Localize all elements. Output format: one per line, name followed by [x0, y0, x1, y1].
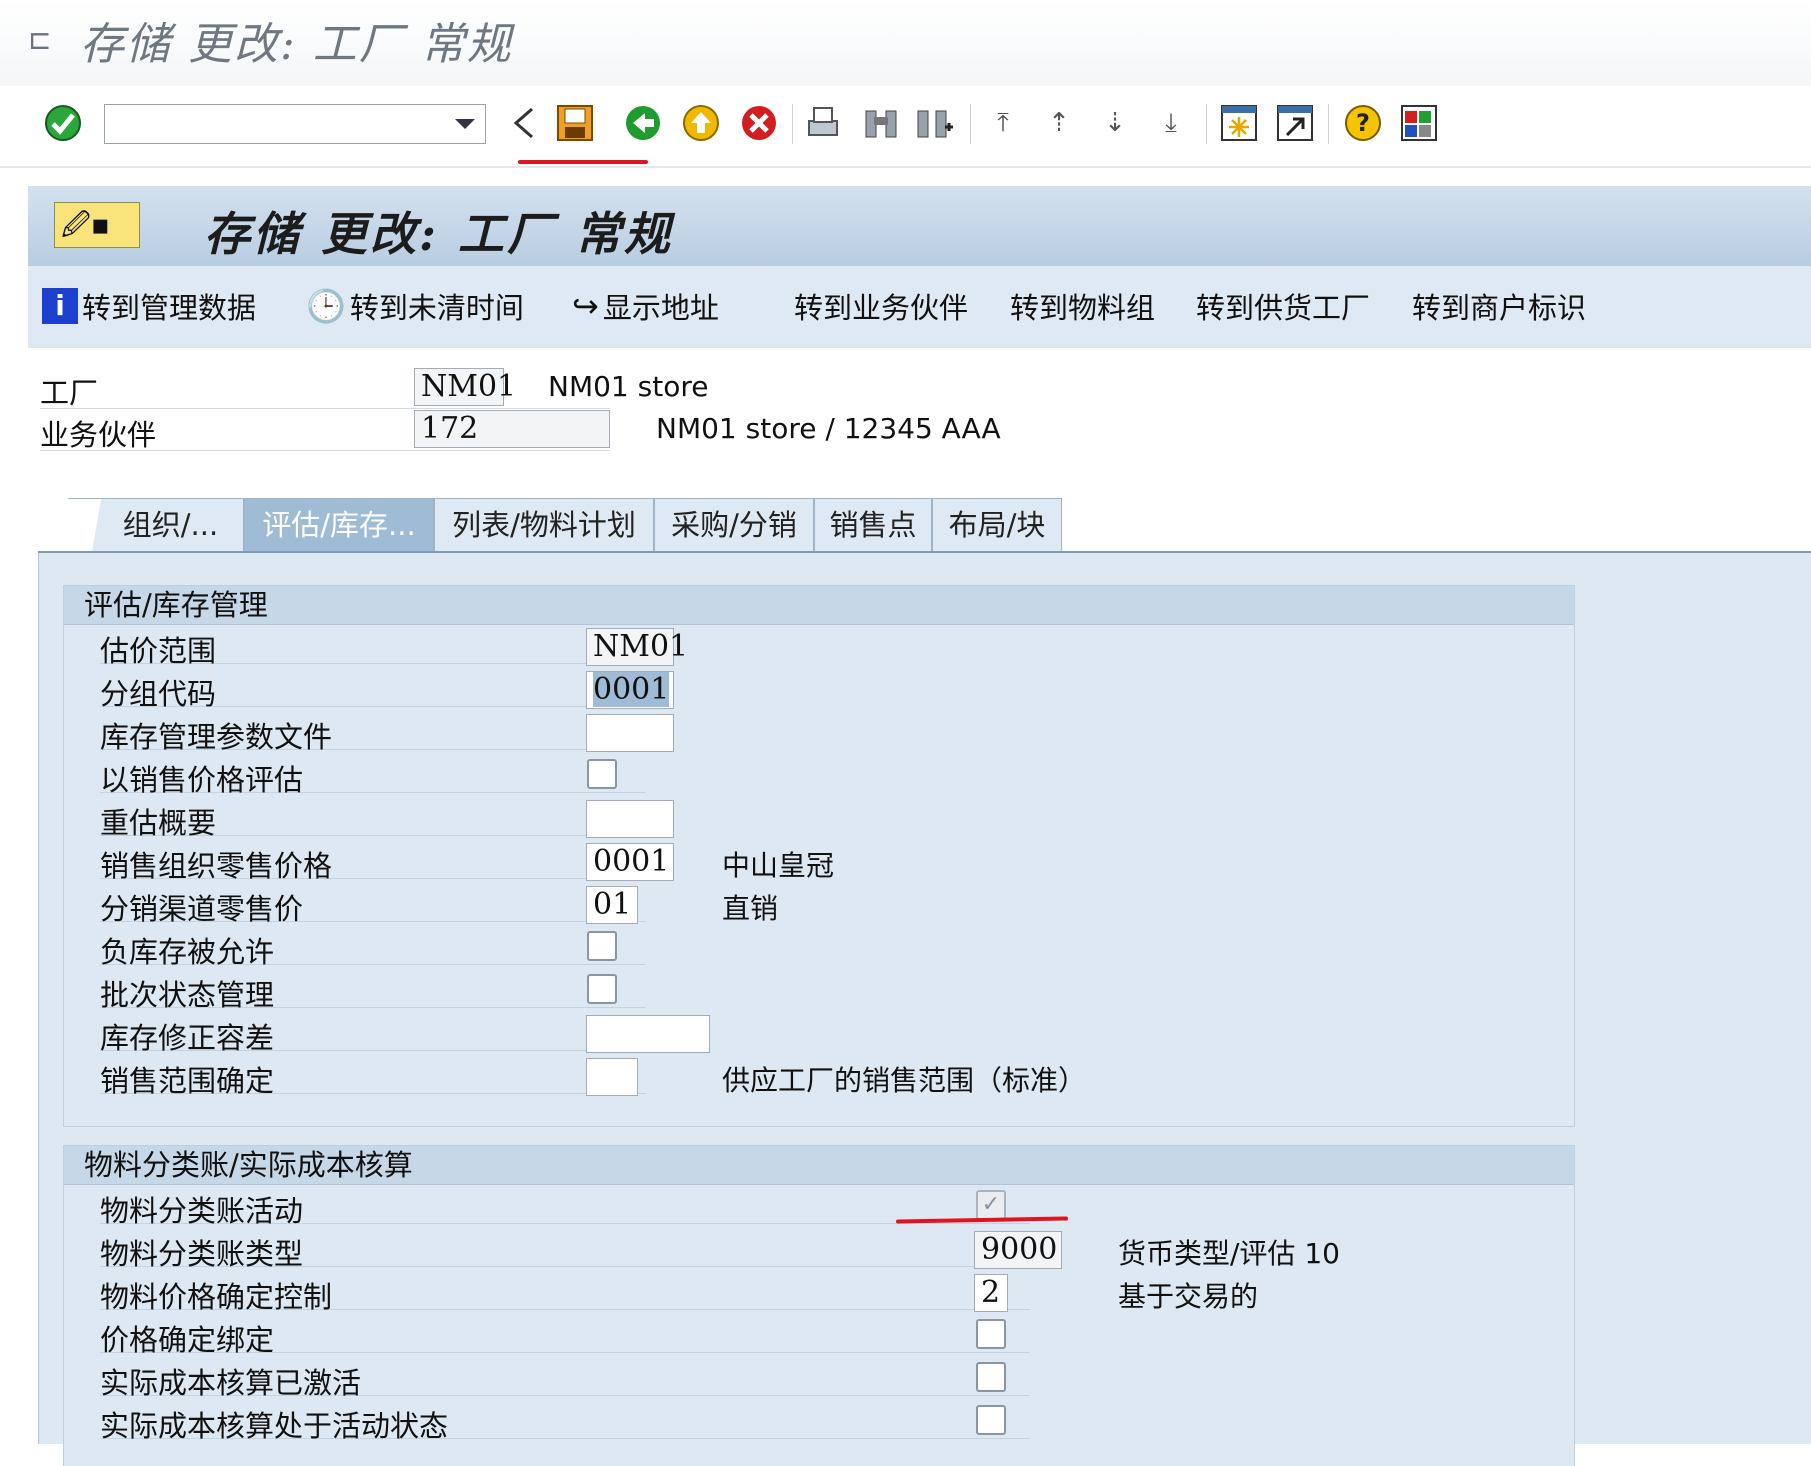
group-title: 物料分类账/实际成本核算: [64, 1146, 1574, 1185]
plant-label: 工厂: [40, 376, 99, 410]
row-batch-status: 批次状态管理: [100, 970, 646, 1012]
plant-description: NM01 store: [548, 370, 709, 403]
goto-material-group-button[interactable]: 转到物料组: [1010, 286, 1155, 326]
title-bar: ⊏ 存储 更改: 工厂 常规: [0, 0, 1811, 87]
price-determination-control-description: 基于交易的: [1118, 1280, 1259, 1313]
next-page-icon[interactable]: ⇣: [1092, 100, 1138, 146]
annotation-underline: [518, 160, 648, 164]
display-address-button[interactable]: ↪ 显示地址: [572, 286, 719, 326]
value-at-retail-checkbox[interactable]: [587, 759, 617, 789]
tab-panel: 评估/库存管理 估价范围 NM01 分组代码 0001 库存管理参数文件 以销售…: [38, 553, 1811, 1466]
row-sales-org-retail-price: 销售组织零售价格: [100, 841, 646, 883]
cancel-icon[interactable]: [736, 100, 782, 146]
group-material-ledger: 物料分类账/实际成本核算 物料分类账活动 ✓ 物料分类账类型 9000 货币类型…: [63, 1145, 1575, 1466]
material-ledger-active-checkbox[interactable]: ✓: [976, 1190, 1006, 1220]
plant-field[interactable]: NM01: [414, 368, 516, 406]
actual-costing-active-status-checkbox[interactable]: [976, 1405, 1006, 1435]
exit-icon[interactable]: [678, 100, 724, 146]
menu-icon[interactable]: ⊏: [28, 26, 60, 54]
chevron-down-icon[interactable]: [455, 119, 475, 129]
row-material-ledger-active: 物料分类账活动: [100, 1186, 1030, 1228]
sales-org-description: 中山皇冠: [722, 849, 835, 882]
tab-listing-planning[interactable]: 列表/物料计划: [434, 498, 654, 552]
tab-valuation-inventory[interactable]: 评估/库存...: [244, 498, 434, 552]
row-valuation-area: 估价范围: [100, 626, 646, 668]
row-price-determination-control: 物料价格确定控制: [100, 1272, 1030, 1314]
enter-icon[interactable]: [40, 100, 86, 146]
previous-page-icon[interactable]: ⇡: [1036, 100, 1082, 146]
screen-header: 🖉▪ 存储 更改: 工厂 常规: [28, 186, 1811, 266]
standard-toolbar: ⤒ ⇡ ⇣ ⤓ ?: [0, 86, 1811, 168]
command-field[interactable]: [104, 104, 486, 144]
goto-business-partner-button[interactable]: 转到业务伙伴: [794, 286, 968, 326]
inventory-profile-field[interactable]: [586, 714, 674, 752]
tab-layout-blocks[interactable]: 布局/块: [932, 498, 1062, 552]
distribution-channel-description: 直销: [722, 892, 779, 925]
partner-description: NM01 store / 12345 AAA: [656, 412, 1001, 445]
save-icon[interactable]: [552, 100, 598, 146]
row-sales-area-determination: 销售范围确定: [100, 1056, 646, 1098]
sales-area-determination-field[interactable]: [586, 1058, 638, 1096]
row-material-ledger-type: 物料分类账类型: [100, 1229, 1030, 1271]
revaluation-profile-field[interactable]: [586, 800, 674, 838]
info-icon: i: [42, 288, 78, 324]
partner-field[interactable]: 172: [414, 410, 610, 448]
main-content: 工厂 NM01 NM01 store 业务伙伴 172 NM01 store /…: [28, 348, 1811, 1466]
new-session-icon[interactable]: [1216, 100, 1262, 146]
price-determination-control-field[interactable]: 2: [974, 1274, 1008, 1312]
partner-label: 业务伙伴: [40, 418, 157, 452]
row-distribution-channel: 分销渠道零售价: [100, 884, 646, 926]
goto-open-time-button[interactable]: 🕒 转到未清时间: [306, 286, 524, 326]
negative-stock-checkbox[interactable]: [587, 931, 617, 961]
stock-correction-tolerance-field[interactable]: [586, 1015, 710, 1053]
page-title: 存储 更改: 工厂 常规: [204, 207, 674, 261]
find-icon[interactable]: [858, 100, 904, 146]
last-page-icon[interactable]: ⤓: [1148, 100, 1194, 146]
actual-costing-activated-checkbox[interactable]: [976, 1362, 1006, 1392]
svg-text:?: ?: [1356, 109, 1370, 137]
group-title: 评估/库存管理: [64, 586, 1574, 625]
tab-purchasing-distribution[interactable]: 采购/分销: [654, 498, 814, 552]
sales-area-determination-description: 供应工厂的销售范围（标准）: [722, 1064, 1087, 1097]
sales-org-field[interactable]: 0001: [586, 843, 674, 881]
tab-organization[interactable]: 组织/...: [68, 498, 244, 552]
row-actual-costing-active-status: 实际成本核算处于活动状态: [100, 1401, 1030, 1443]
row-price-determination-binding: 价格确定绑定: [100, 1315, 1030, 1357]
price-determination-binding-checkbox[interactable]: [976, 1319, 1006, 1349]
command-input[interactable]: [111, 105, 445, 143]
clock-icon: 🕒: [306, 287, 346, 325]
screen-icon[interactable]: 🖉▪: [54, 202, 140, 248]
row-value-at-retail: 以销售价格评估: [100, 755, 646, 797]
window-title: 存储 更改: 工厂 常规: [80, 19, 513, 70]
group-valuation-inventory: 评估/库存管理 估价范围 NM01 分组代码 0001 库存管理参数文件 以销售…: [63, 585, 1575, 1127]
goto-admin-data-button[interactable]: i 转到管理数据: [42, 286, 256, 326]
row-inventory-profile: 库存管理参数文件: [100, 712, 646, 754]
tab-pos[interactable]: 销售点: [814, 498, 932, 552]
valuation-area-field[interactable]: NM01: [586, 628, 688, 666]
row-negative-stock: 负库存被允许: [100, 927, 646, 969]
application-toolbar: i 转到管理数据 🕒 转到未清时间 ↪ 显示地址 转到业务伙伴 转到物料组 转到…: [28, 266, 1811, 349]
grouping-code-field[interactable]: 0001: [586, 671, 674, 709]
back-arrow-icon[interactable]: [500, 100, 546, 146]
material-ledger-type-field[interactable]: 9000: [974, 1231, 1062, 1269]
shortcut-icon[interactable]: [1272, 100, 1318, 146]
row-revaluation-profile: 重估概要: [100, 798, 646, 840]
first-page-icon[interactable]: ⤒: [980, 100, 1026, 146]
customize-layout-icon[interactable]: [1396, 100, 1442, 146]
find-next-icon[interactable]: [912, 100, 958, 146]
help-icon[interactable]: ?: [1340, 100, 1386, 146]
row-actual-costing-activated: 实际成本核算已激活: [100, 1358, 1030, 1400]
print-icon[interactable]: [800, 100, 846, 146]
distribution-channel-field[interactable]: 01: [586, 886, 638, 924]
batch-status-checkbox[interactable]: [587, 974, 617, 1004]
row-grouping-code: 分组代码: [100, 669, 646, 711]
row-stock-correction-tolerance: 库存修正容差: [100, 1013, 646, 1055]
address-icon: ↪: [572, 287, 599, 325]
plant-row: 工厂: [40, 368, 610, 410]
goto-supplying-plant-button[interactable]: 转到供货工厂: [1196, 286, 1370, 326]
material-ledger-type-description: 货币类型/评估 10: [1118, 1237, 1340, 1270]
back-icon[interactable]: [620, 100, 666, 146]
goto-merchant-id-button[interactable]: 转到商户标识: [1412, 286, 1586, 326]
